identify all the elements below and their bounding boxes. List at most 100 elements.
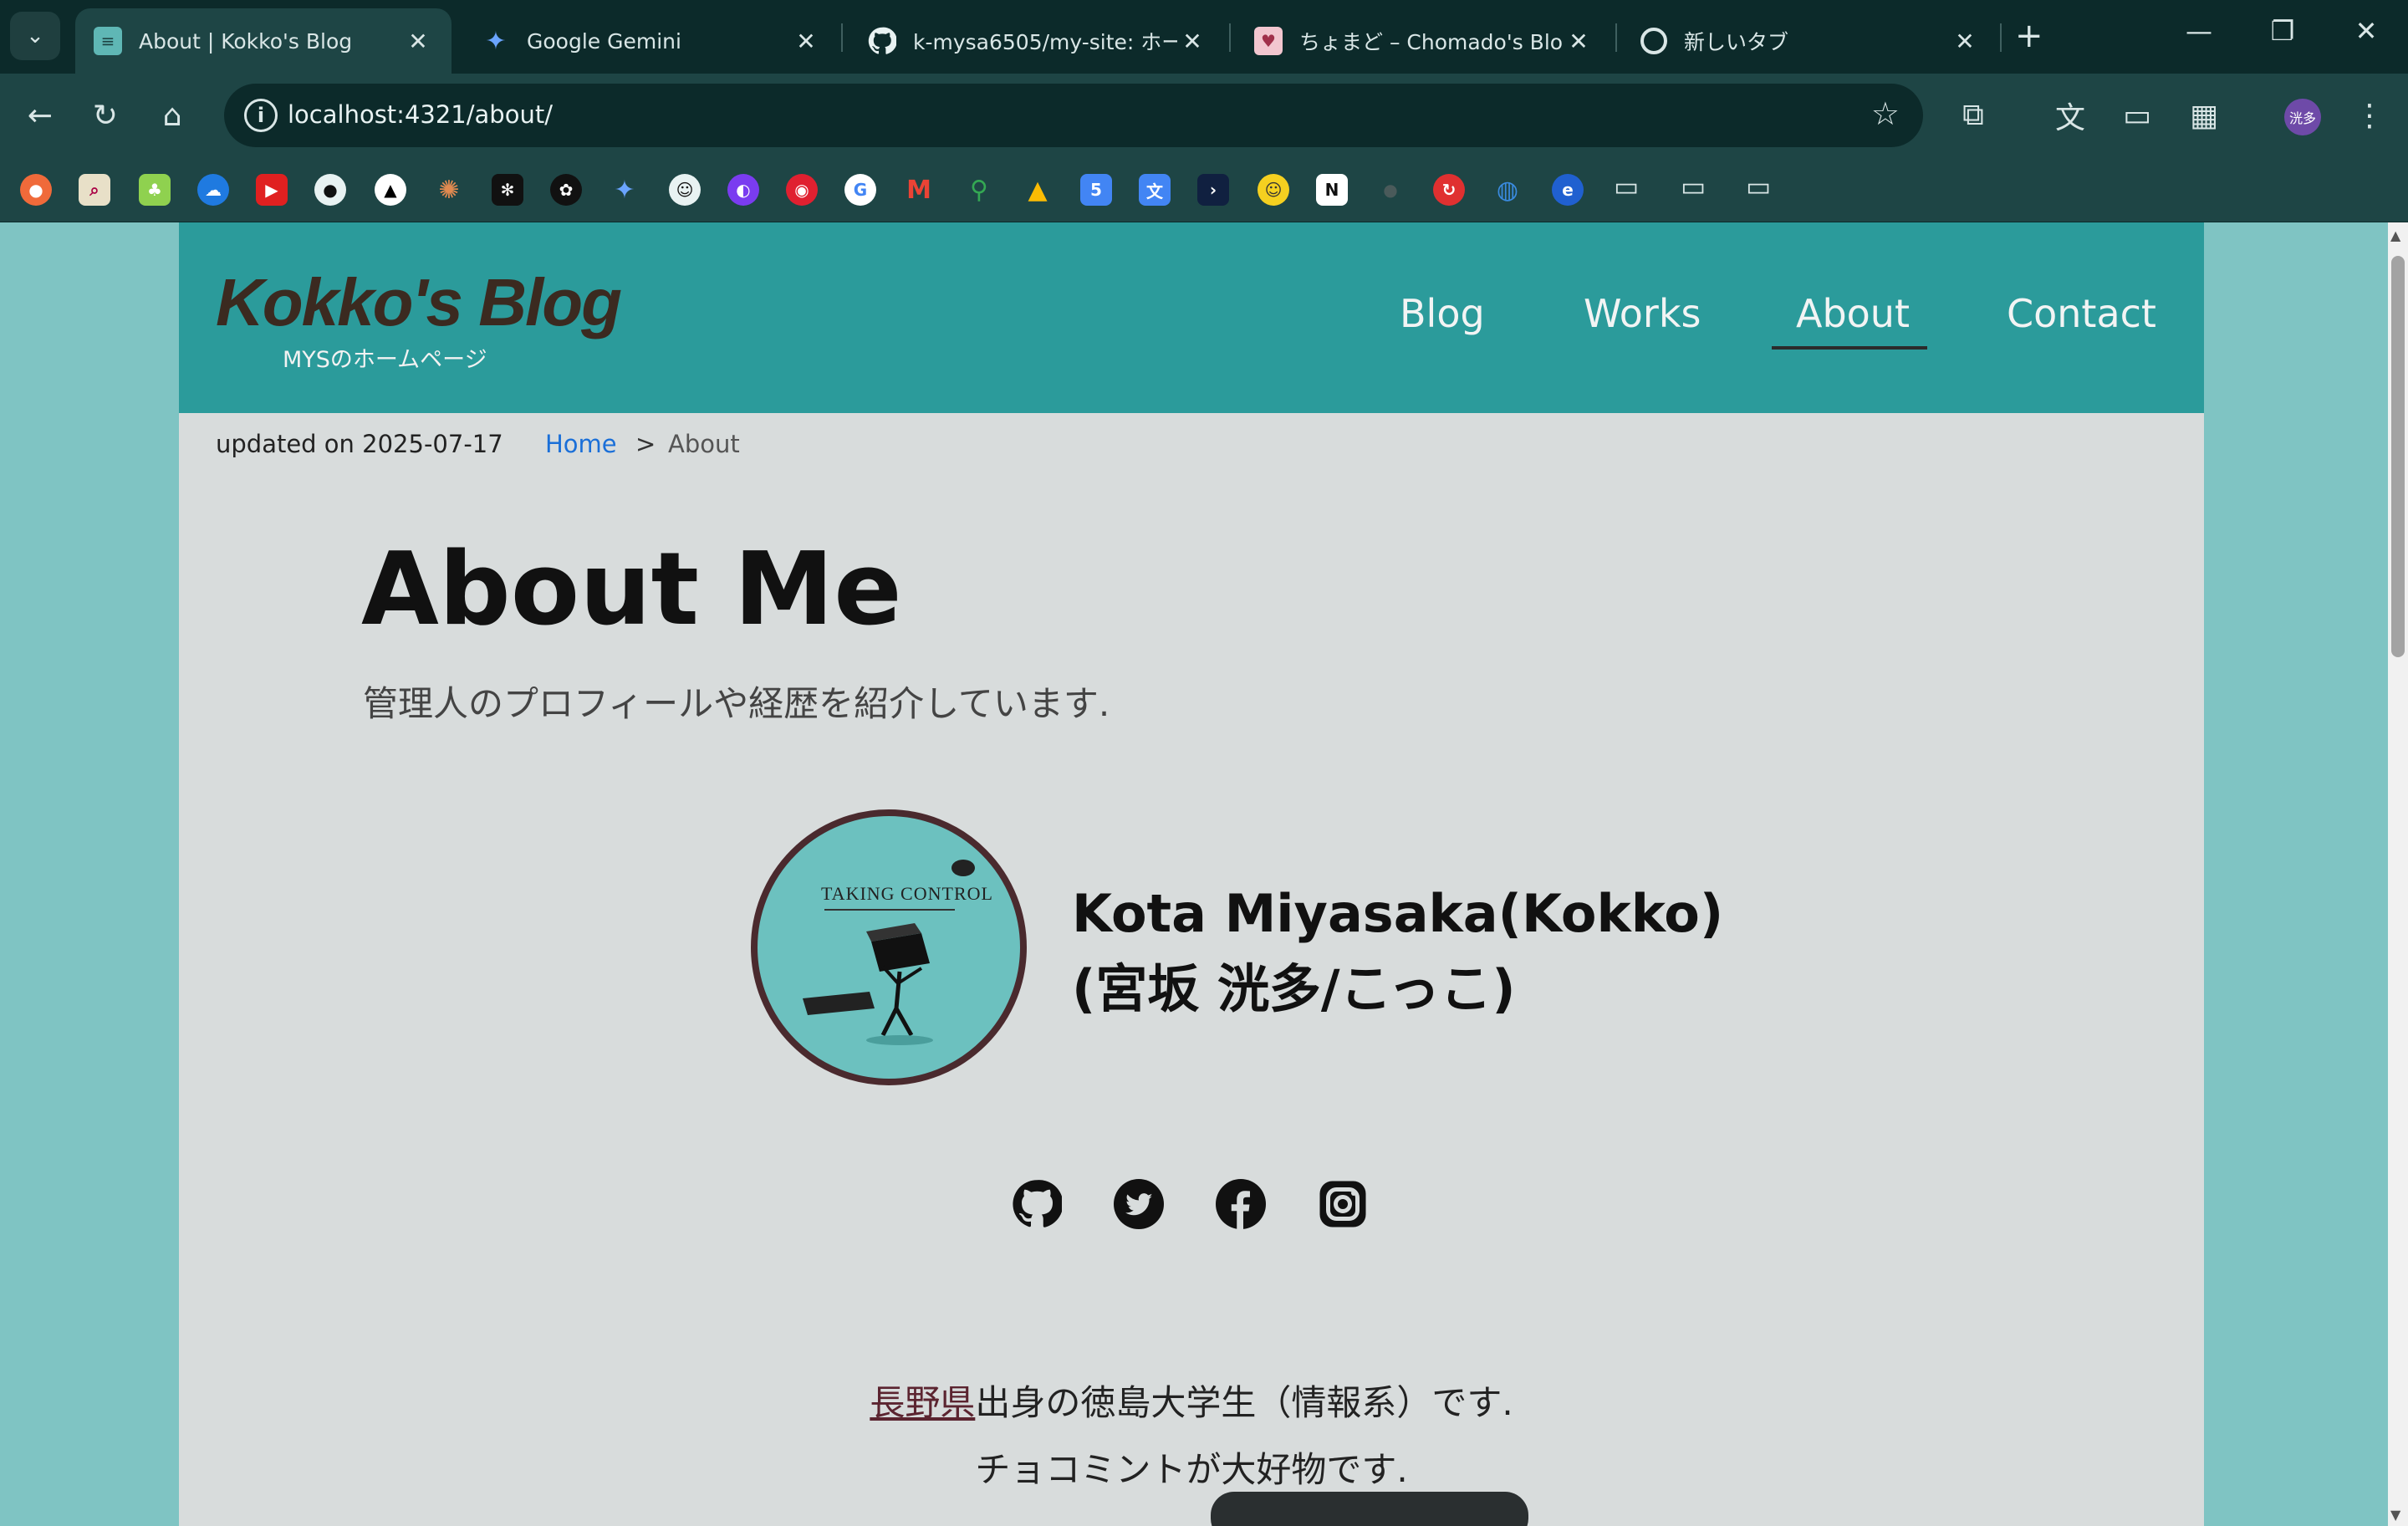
scroll-down-icon[interactable]: ▼	[2390, 1507, 2400, 1523]
bookmark-robot-icon[interactable]: ☺	[669, 174, 701, 206]
tab-newtab[interactable]: 新しいタブ ✕	[1622, 8, 1998, 74]
breadcrumb-current: About	[668, 430, 740, 458]
bio-prefecture-link[interactable]: 長野県	[870, 1382, 975, 1423]
bookmark-edge-icon[interactable]: e	[1552, 174, 1584, 206]
bookmark-sprout-icon[interactable]: ♣	[139, 174, 171, 206]
bookmark-youtube-icon[interactable]: ▶	[256, 174, 288, 206]
browser-toolbar: ← ↻ ⌂ i localhost:4321/about/ ☆ ⧉ 文 ▭ ▦ …	[0, 74, 2408, 157]
bookmark-perplexity-icon[interactable]: ✻	[492, 174, 523, 206]
bio-line-1-text: 出身の徳島大学生（情報系）です.	[975, 1382, 1513, 1423]
site-info-icon[interactable]: i	[244, 99, 278, 132]
bookmark-onedrive-icon[interactable]: ☁	[197, 174, 229, 206]
blog-favicon-icon: ≡	[94, 27, 122, 55]
page-lead: 管理人のプロフィールや経歴を紹介しています.	[363, 683, 1110, 724]
twitter-icon[interactable]	[1114, 1179, 1164, 1229]
scrollbar-thumb[interactable]	[2391, 256, 2405, 657]
bookmark-anime-icon[interactable]: ●	[20, 174, 52, 206]
bookmark-github-icon[interactable]: ●	[314, 174, 346, 206]
bookmark-google-icon[interactable]: G	[844, 174, 876, 206]
new-tab-plus-icon[interactable]: +	[2015, 17, 2043, 55]
restore-icon[interactable]: ❐	[2258, 15, 2308, 47]
instagram-icon[interactable]	[1318, 1179, 1368, 1229]
bookmark-star-icon[interactable]: ☆	[1871, 95, 1900, 132]
github-icon[interactable]	[1012, 1179, 1064, 1229]
bookmark-search-icon[interactable]: ⌕	[79, 174, 110, 206]
tab-divider	[1615, 23, 1617, 52]
bookmark-dark-icon[interactable]: ●	[1375, 174, 1406, 206]
back-arrow-icon[interactable]: ←	[18, 94, 62, 137]
bookmark-openai-icon[interactable]: ✿	[550, 174, 582, 206]
page-scrollbar[interactable]: ▲ ▼	[2388, 222, 2408, 1526]
window-close-icon[interactable]: ✕	[2341, 15, 2391, 47]
close-icon[interactable]: ✕	[1950, 28, 1980, 55]
nav-active-indicator	[1772, 346, 1927, 350]
nav-blog[interactable]: Blog	[1400, 291, 1485, 336]
breadcrumb-home[interactable]: Home	[545, 430, 617, 458]
bookmark-triangle-icon[interactable]: ▲	[375, 174, 406, 206]
chomado-avatar-icon: ♥	[1254, 27, 1283, 55]
site-container: Kokko's Blog MYSのホームページ Blog Works About…	[179, 222, 2204, 1526]
kebab-menu-icon[interactable]: ⋮	[2348, 94, 2391, 137]
bookmark-drive-icon[interactable]: ▲	[1022, 174, 1054, 206]
bookmark-globe-icon[interactable]: ◍	[1492, 174, 1523, 206]
bookmark-claude-icon[interactable]: ✺	[433, 174, 465, 206]
bookmark-translate-icon[interactable]: 文	[1139, 174, 1171, 206]
tab-divider	[841, 23, 843, 52]
avatar-illustration	[803, 860, 975, 1045]
translate-icon[interactable]: 文	[2048, 94, 2092, 137]
close-icon[interactable]: ✕	[1564, 28, 1594, 55]
tab-chomado[interactable]: ♥ ちょまど – Chomado's Blog ✕	[1236, 8, 1612, 74]
close-icon[interactable]: ✕	[403, 28, 433, 55]
tab-search-button[interactable]: ⌄	[10, 12, 60, 60]
tab-gemini[interactable]: ✦ Google Gemini ✕	[463, 8, 839, 74]
bookmark-notion-icon[interactable]: N	[1316, 174, 1348, 206]
bookmark-folder-icon[interactable]: ▭	[1681, 171, 1706, 202]
close-icon[interactable]: ✕	[791, 28, 821, 55]
device-icon[interactable]: ▭	[2115, 94, 2159, 137]
bookmark-purple-icon[interactable]: ◐	[727, 174, 759, 206]
bio-line-1: 長野県出身の徳島大学生（情報系）です.	[179, 1375, 2204, 1426]
bookmark-red-icon[interactable]: ◉	[786, 174, 818, 206]
floating-dev-toolbar[interactable]	[1211, 1492, 1528, 1526]
profile-avatar[interactable]: 洸多	[2284, 99, 2321, 135]
tab-divider	[1229, 23, 1231, 52]
bookmarks-bar: ● ⌕ ♣ ☁ ▶ ● ▲ ✺ ✻ ✿ ✦ ☺ ◐ ◉ G M ⚲ ▲ 5 文 …	[0, 157, 2408, 222]
tab-divider	[2000, 23, 2002, 52]
bookmark-calendar-icon[interactable]: 5	[1080, 174, 1112, 206]
bookmark-refresh-icon[interactable]: ↻	[1433, 174, 1465, 206]
tab-title: k-mysa6505/my-site: ホームペ	[913, 30, 1177, 54]
breadcrumb-separator: >	[635, 430, 656, 458]
reload-icon[interactable]: ↻	[84, 94, 127, 137]
page-title: About Me	[361, 532, 902, 648]
extensions-icon[interactable]: ⧉	[1951, 94, 1995, 137]
tab-github[interactable]: k-mysa6505/my-site: ホームペ ✕	[849, 8, 1226, 74]
nav-contact[interactable]: Contact	[2007, 291, 2156, 336]
address-bar[interactable]: i localhost:4321/about/ ☆	[224, 84, 1923, 147]
qr-code-icon[interactable]: ▦	[2182, 94, 2226, 137]
scroll-up-icon[interactable]: ▲	[2390, 227, 2400, 243]
nav-about[interactable]: About	[1796, 291, 1910, 336]
bookmark-terminal-icon[interactable]: ›	[1197, 174, 1229, 206]
profile-name-ja: (宮坂 洸多/こっこ)	[1072, 958, 1516, 1019]
bookmark-gmail-icon[interactable]: M	[903, 174, 935, 206]
tab-title: ちょまど – Chomado's Blog	[1299, 30, 1564, 54]
url-text[interactable]: localhost:4321/about/	[288, 100, 553, 129]
home-icon[interactable]: ⌂	[150, 94, 194, 137]
bookmark-maps-icon[interactable]: ⚲	[963, 174, 995, 206]
nav-works[interactable]: Works	[1584, 291, 1701, 336]
profile-name-en: Kota Miyasaka(Kokko)	[1072, 883, 1724, 944]
tab-title: 新しいタブ	[1684, 30, 1789, 54]
github-icon	[868, 27, 896, 55]
site-logo[interactable]: Kokko's Blog	[216, 264, 622, 341]
bookmark-folder-icon[interactable]: ▭	[1614, 171, 1639, 202]
facebook-icon[interactable]	[1216, 1179, 1266, 1229]
close-icon[interactable]: ✕	[1177, 28, 1207, 55]
bookmark-folder-icon[interactable]: ▭	[1746, 171, 1771, 202]
site-logo-subtitle: MYSのホームページ	[283, 347, 487, 373]
bookmark-yellow-icon[interactable]: ☺	[1258, 174, 1289, 206]
minimize-icon[interactable]: —	[2174, 15, 2224, 47]
site-header: Kokko's Blog MYSのホームページ Blog Works About…	[179, 222, 2204, 413]
bio-line-2: チョコミントが大好物です.	[975, 1449, 1408, 1490]
tab-about[interactable]: ≡ About | Kokko's Blog ✕	[75, 8, 452, 74]
bookmark-gemini-icon[interactable]: ✦	[609, 174, 640, 206]
